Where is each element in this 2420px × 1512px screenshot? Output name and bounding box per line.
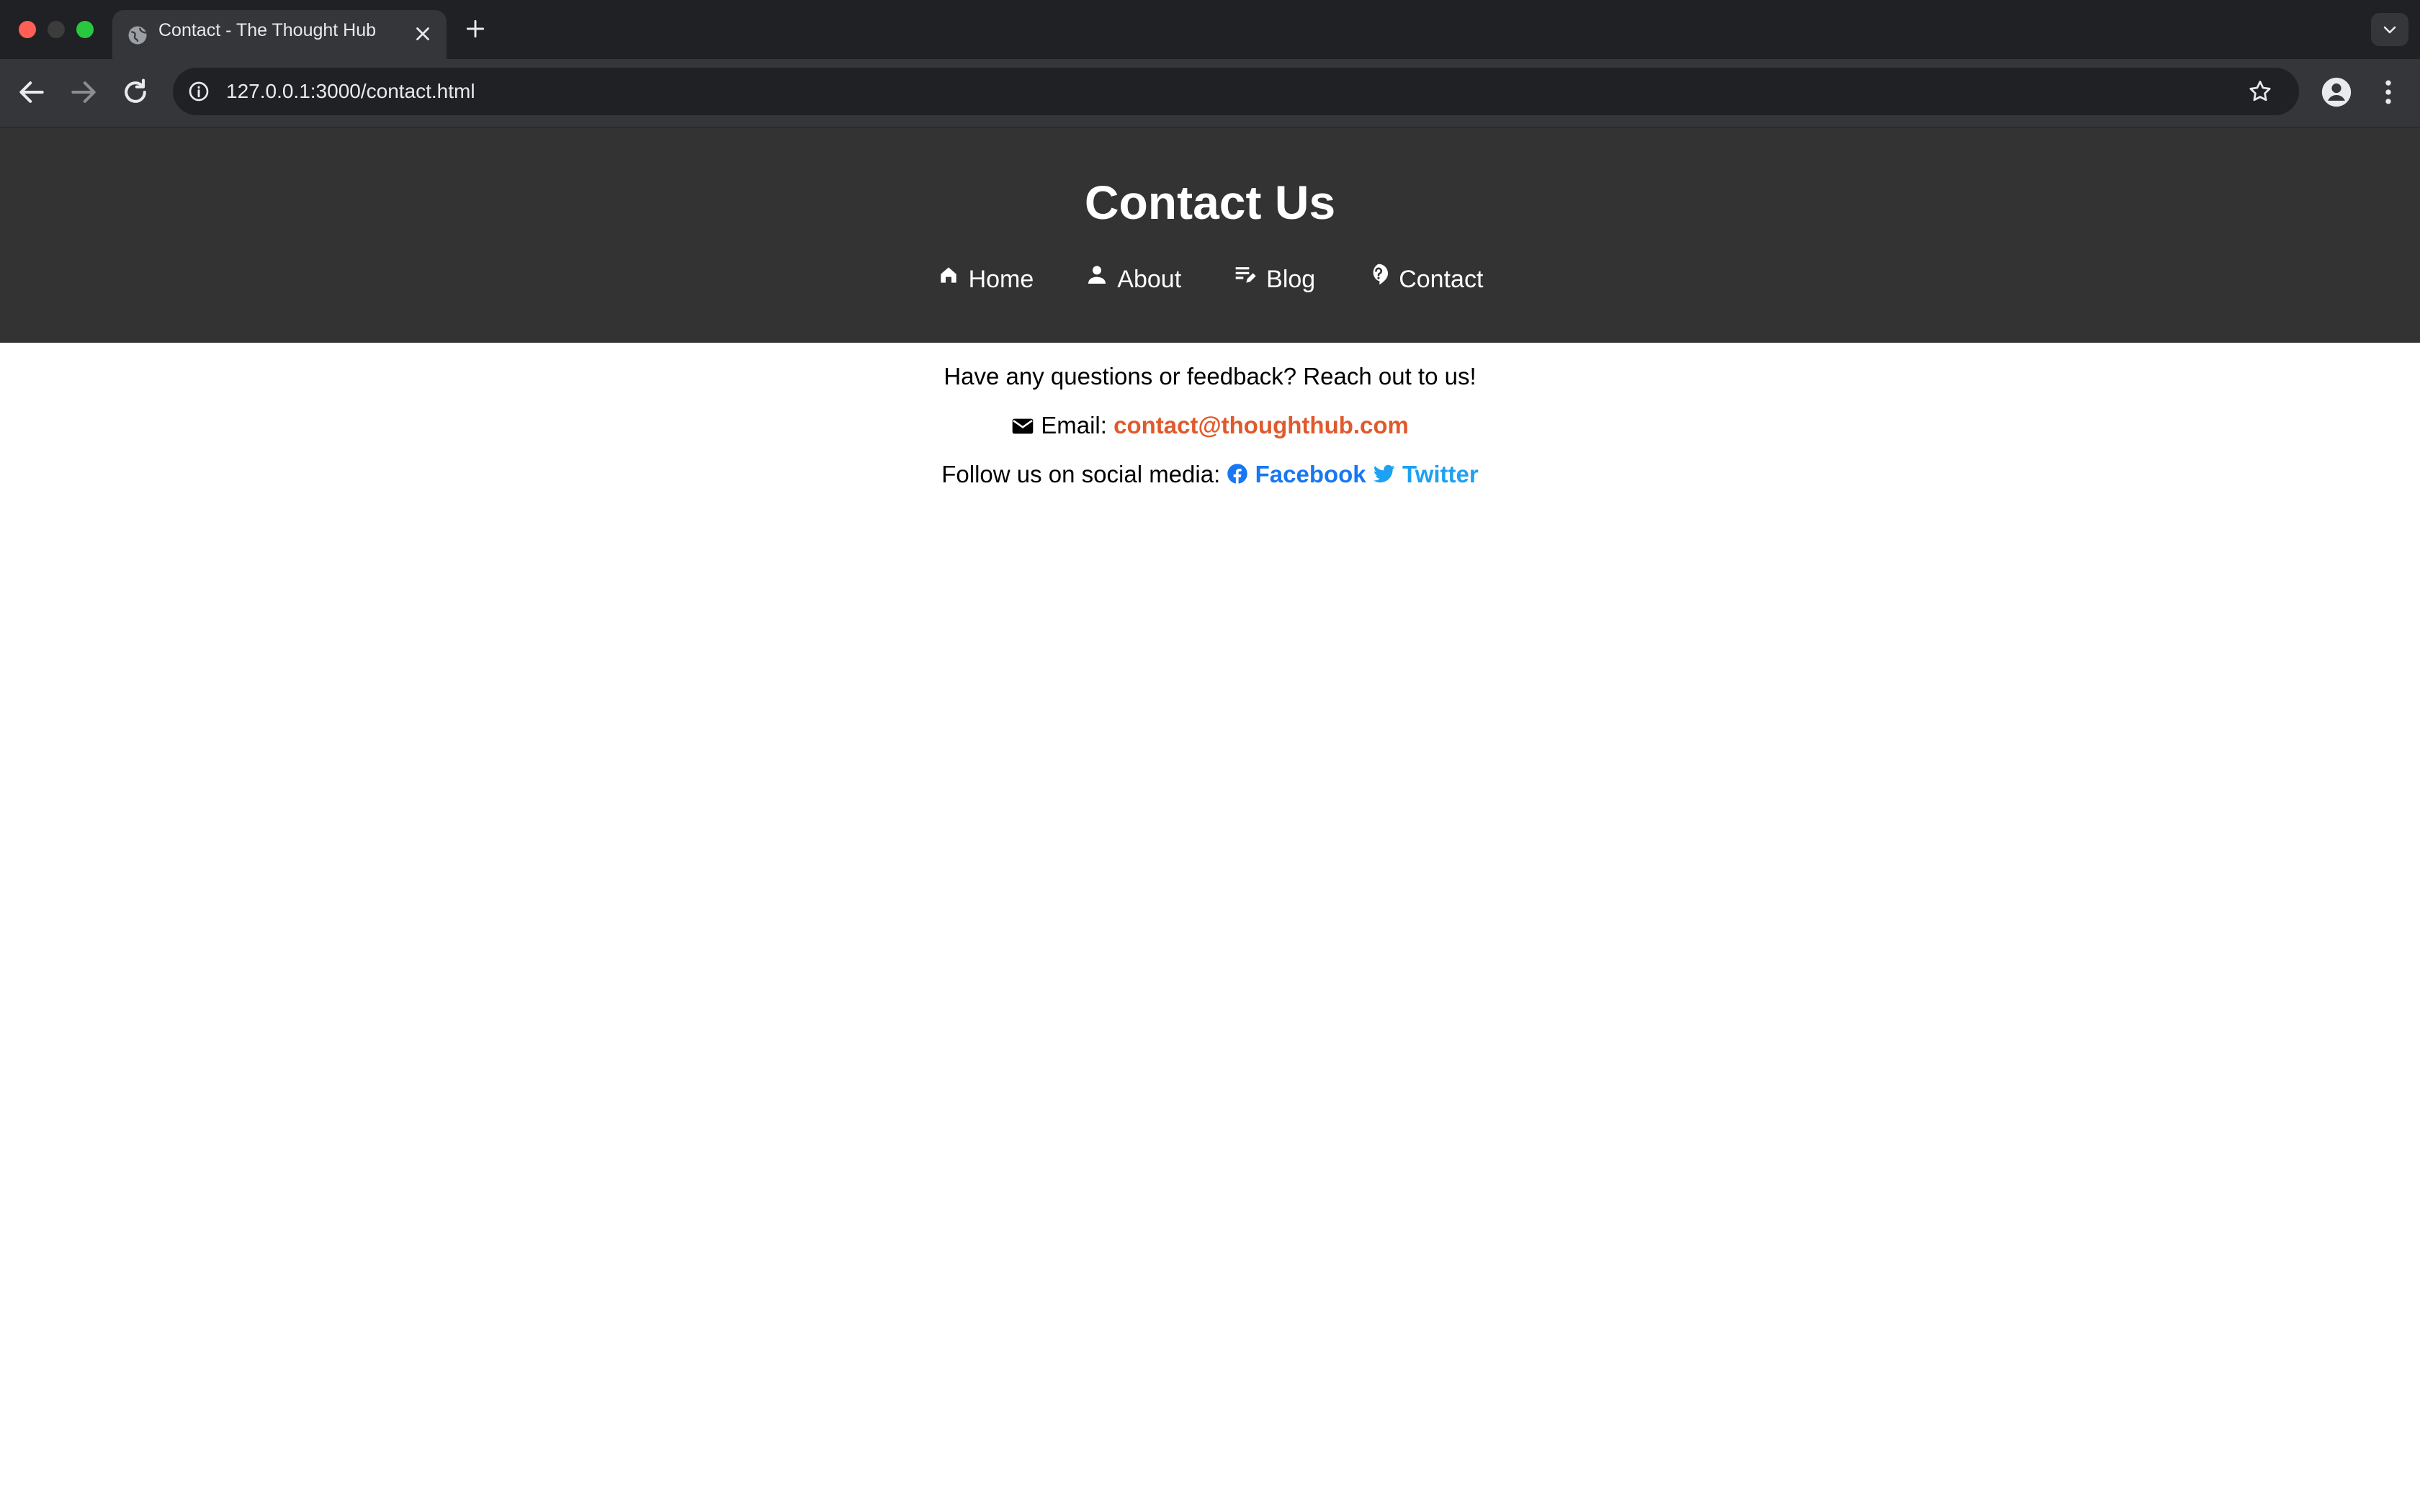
nav-link-home[interactable]: Home <box>937 262 1034 294</box>
address-bar[interactable]: 127.0.0.1:3000/contact.html <box>173 68 2299 115</box>
url-text[interactable]: 127.0.0.1:3000/contact.html <box>226 68 475 115</box>
facebook-link[interactable]: Facebook <box>1227 461 1372 487</box>
social-line: Follow us on social media: Facebook Twit… <box>0 461 2420 488</box>
more-menu-icon[interactable] <box>2372 76 2404 108</box>
edit-note-icon <box>1235 267 1256 283</box>
twitter-label: Twitter <box>1402 461 1479 487</box>
nav-link-about[interactable]: About <box>1085 262 1181 294</box>
chevron-down-icon <box>2383 26 2396 34</box>
tab-search-button[interactable] <box>2371 13 2408 46</box>
page-title: Contact Us <box>1084 176 1336 229</box>
contact-support-icon <box>1373 264 1389 285</box>
envelope-icon <box>1012 418 1034 434</box>
profile-icon[interactable] <box>2321 76 2352 108</box>
browser-tab-active[interactable]: Contact - The Thought Hub <box>112 10 447 59</box>
main-nav: Home About Blog Contact <box>0 262 2420 294</box>
nav-link-blog[interactable]: Blog <box>1233 262 1315 294</box>
email-link[interactable]: contact@thoughthub.com <box>1113 412 1409 438</box>
facebook-icon <box>1227 464 1248 485</box>
email-line: Email: contact@thoughthub.com <box>0 412 2420 439</box>
close-icon[interactable] <box>412 23 434 45</box>
window-zoom-button[interactable] <box>76 21 94 38</box>
person-icon <box>1088 266 1106 284</box>
browser-tab-bar: Contact - The Thought Hub <box>0 0 2420 59</box>
nav-link-label: About <box>1117 266 1182 293</box>
new-tab-icon[interactable] <box>464 17 487 40</box>
home-icon <box>940 267 956 283</box>
tab-title: Contact - The Thought Hub <box>158 20 377 40</box>
social-label: Follow us on social media: <box>941 461 1221 487</box>
forward-arrow-icon[interactable] <box>68 76 99 108</box>
nav-link-label: Home <box>968 266 1034 293</box>
site-info-icon[interactable] <box>187 80 210 103</box>
contact-intro: Have any questions or feedback? Reach ou… <box>944 363 1476 390</box>
nav-link-label: Contact <box>1399 266 1484 293</box>
reload-icon[interactable] <box>120 76 151 108</box>
twitter-link[interactable]: Twitter <box>1373 461 1479 487</box>
back-arrow-icon[interactable] <box>16 76 48 108</box>
email-label: Email: <box>1041 412 1107 438</box>
globe-icon <box>128 26 147 45</box>
nav-link-contact[interactable]: Contact <box>1367 262 1483 294</box>
twitter-bird-icon <box>1373 464 1395 483</box>
window-close-button[interactable] <box>19 21 36 38</box>
nav-link-label: Blog <box>1266 266 1316 293</box>
browser-toolbar: 127.0.0.1:3000/contact.html <box>0 59 2420 128</box>
bookmark-star-icon[interactable] <box>2247 78 2273 104</box>
window-minimize-button[interactable] <box>48 21 65 38</box>
facebook-label: Facebook <box>1255 461 1366 487</box>
site-header: Contact Us Home About Blog Contact <box>0 128 2420 343</box>
